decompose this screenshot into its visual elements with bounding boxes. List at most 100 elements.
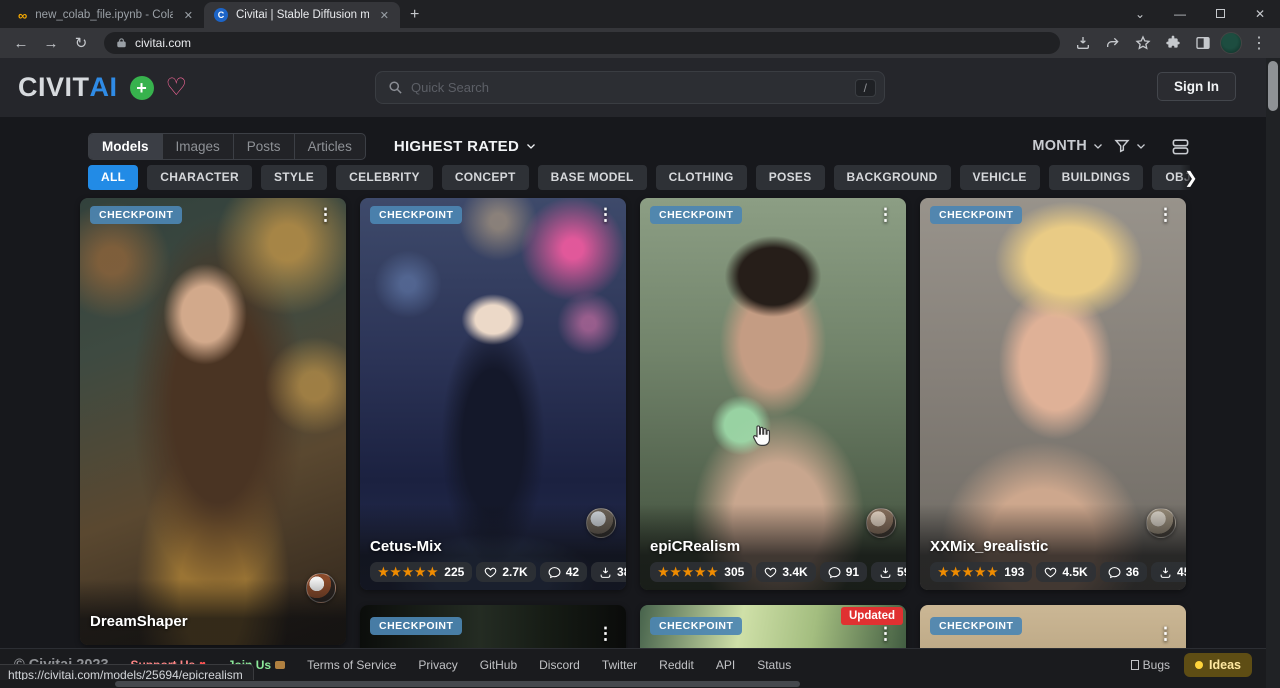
- model-card-dreamshaper[interactable]: CHECKPOINT ⋮ DreamShaper: [80, 198, 346, 645]
- scrollbar-thumb[interactable]: [1268, 61, 1278, 111]
- period-dropdown[interactable]: MONTH: [1032, 138, 1104, 154]
- lock-icon: [116, 37, 127, 49]
- tab-title: Civitai | Stable Diffusion models,: [236, 9, 369, 21]
- funnel-icon: [1114, 138, 1130, 154]
- minimize-button[interactable]: —: [1160, 7, 1200, 21]
- card-info-overlay: epiCRealism 305 3.4K 91 59K: [640, 504, 906, 590]
- ideas-button[interactable]: Ideas: [1184, 653, 1252, 677]
- comments-count: 36: [1126, 565, 1139, 579]
- footer-link-discord[interactable]: Discord: [539, 658, 580, 672]
- likes-count: 4.5K: [1062, 565, 1087, 579]
- card-menu-kebab-icon[interactable]: ⋮: [311, 204, 340, 227]
- model-card-epicrealism[interactable]: CHECKPOINT ⋮ epiCRealism 305 3.4K 91 59K: [640, 198, 906, 590]
- card-menu-kebab-icon[interactable]: ⋮: [591, 623, 620, 646]
- bugs-button[interactable]: Bugs: [1131, 658, 1170, 672]
- mouse-cursor: [750, 424, 772, 448]
- tab-images[interactable]: Images: [163, 134, 234, 159]
- sign-in-button[interactable]: Sign In: [1157, 72, 1236, 101]
- tab-close-icon[interactable]: ✕: [181, 8, 196, 23]
- save-page-icon[interactable]: [1070, 35, 1096, 51]
- layout-toggle-icon[interactable]: [1171, 137, 1190, 156]
- briefcase-icon: [275, 661, 285, 669]
- tab-civitai[interactable]: C Civitai | Stable Diffusion models, ✕: [204, 2, 400, 28]
- url-bar[interactable]: civitai.com: [104, 32, 1060, 54]
- sort-dropdown[interactable]: HIGHEST RATED: [394, 138, 537, 155]
- footer-link-reddit[interactable]: Reddit: [659, 658, 694, 672]
- card-stats: 225 2.7K 42 38K: [370, 562, 616, 582]
- create-plus-button[interactable]: +: [130, 76, 154, 100]
- card-menu-kebab-icon[interactable]: ⋮: [591, 204, 620, 227]
- chip-base-model[interactable]: BASE MODEL: [538, 165, 647, 190]
- side-panel-icon[interactable]: [1190, 35, 1216, 51]
- model-card-xxmix[interactable]: CHECKPOINT ⋮ XXMix_9realistic 193 4.5K 3…: [920, 198, 1186, 590]
- card-menu-kebab-icon[interactable]: ⋮: [1151, 204, 1180, 227]
- chip-style[interactable]: STYLE: [261, 165, 327, 190]
- filter-funnel-button[interactable]: [1114, 138, 1147, 154]
- tab-title: new_colab_file.ipynb - Colaborat: [35, 9, 173, 21]
- downloads-pill: 45K: [1151, 562, 1186, 582]
- chip-celebrity[interactable]: CELEBRITY: [336, 165, 433, 190]
- heart-icon: [484, 566, 497, 579]
- browser-toolbar: ← → ↻ civitai.com ⋮: [0, 28, 1280, 58]
- chip-vehicle[interactable]: VEHICLE: [960, 165, 1040, 190]
- comment-icon: [1108, 566, 1121, 579]
- footer-link-twitter[interactable]: Twitter: [602, 658, 637, 672]
- footer-link-api[interactable]: API: [716, 658, 735, 672]
- bookmark-star-icon[interactable]: [1130, 35, 1156, 51]
- model-type-badge: CHECKPOINT: [370, 206, 462, 224]
- chip-concept[interactable]: CONCEPT: [442, 165, 529, 190]
- scrollbar-thumb[interactable]: [115, 681, 800, 687]
- card-info-overlay: Cetus-Mix 225 2.7K 42 38K: [360, 504, 626, 590]
- heart-icon: [764, 566, 777, 579]
- grid-column: CHECKPOINT ⋮ XXMix_9realistic 193 4.5K 3…: [920, 198, 1186, 688]
- chip-poses[interactable]: POSES: [756, 165, 825, 190]
- model-card-cetus-mix[interactable]: CHECKPOINT ⋮ Cetus-Mix 225 2.7K 42 38K: [360, 198, 626, 590]
- rating-count: 305: [724, 565, 744, 579]
- forward-button[interactable]: →: [38, 35, 64, 52]
- extensions-puzzle-icon[interactable]: [1160, 35, 1186, 51]
- reload-button[interactable]: ↻: [68, 34, 94, 52]
- chip-background[interactable]: BACKGROUND: [834, 165, 951, 190]
- chip-character[interactable]: CHARACTER: [147, 165, 252, 190]
- footer-link-status[interactable]: Status: [757, 658, 791, 672]
- tab-models[interactable]: Models: [89, 134, 163, 159]
- card-menu-kebab-icon[interactable]: ⋮: [871, 204, 900, 227]
- civitai-logo[interactable]: CIVITAI: [18, 72, 118, 103]
- chip-clothing[interactable]: CLOTHING: [656, 165, 747, 190]
- browser-profile-avatar[interactable]: [1220, 32, 1242, 54]
- tab-posts[interactable]: Posts: [234, 134, 295, 159]
- tab-search-icon[interactable]: ⌄: [1120, 7, 1160, 21]
- footer-link-github[interactable]: GitHub: [480, 658, 517, 672]
- browser-menu-kebab-icon[interactable]: ⋮: [1246, 33, 1272, 53]
- vertical-scrollbar[interactable]: [1266, 58, 1280, 688]
- footer-link-privacy[interactable]: Privacy: [418, 658, 457, 672]
- card-menu-kebab-icon[interactable]: ⋮: [871, 623, 900, 646]
- horizontal-scrollbar[interactable]: [0, 680, 1266, 688]
- comment-icon: [548, 566, 561, 579]
- maximize-button[interactable]: [1200, 7, 1240, 21]
- share-icon[interactable]: [1100, 35, 1126, 51]
- footer-link-terms[interactable]: Terms of Service: [307, 658, 396, 672]
- chips-scroll-right-icon[interactable]: ❯: [1180, 165, 1202, 190]
- model-type-badge: CHECKPOINT: [90, 206, 182, 224]
- grid-column: CHECKPOINT ⋮ Cetus-Mix 225 2.7K 42 38K: [360, 198, 626, 688]
- chip-all[interactable]: ALL: [88, 165, 138, 190]
- tab-articles[interactable]: Articles: [295, 134, 365, 159]
- search-icon: [388, 80, 403, 95]
- close-window-button[interactable]: ✕: [1240, 7, 1280, 21]
- heart-icon[interactable]: ♡: [166, 76, 188, 100]
- rating-count: 193: [1004, 565, 1024, 579]
- back-button[interactable]: ←: [8, 35, 34, 52]
- model-title: epiCRealism: [650, 538, 896, 555]
- content-nav-row: Models Images Posts Articles HIGHEST RAT…: [88, 131, 1190, 161]
- chip-buildings[interactable]: BUILDINGS: [1049, 165, 1144, 190]
- star-rating-icons: [938, 565, 999, 579]
- new-tab-button[interactable]: +: [410, 6, 419, 24]
- tab-close-icon[interactable]: ✕: [377, 8, 392, 23]
- search-input[interactable]: [411, 80, 847, 95]
- search-bar[interactable]: /: [375, 71, 885, 104]
- card-menu-kebab-icon[interactable]: ⋮: [1151, 623, 1180, 646]
- comments-count: 91: [846, 565, 859, 579]
- rating-pill: 193: [930, 562, 1032, 582]
- tab-colab[interactable]: ∞ new_colab_file.ipynb - Colaborat ✕: [8, 2, 204, 28]
